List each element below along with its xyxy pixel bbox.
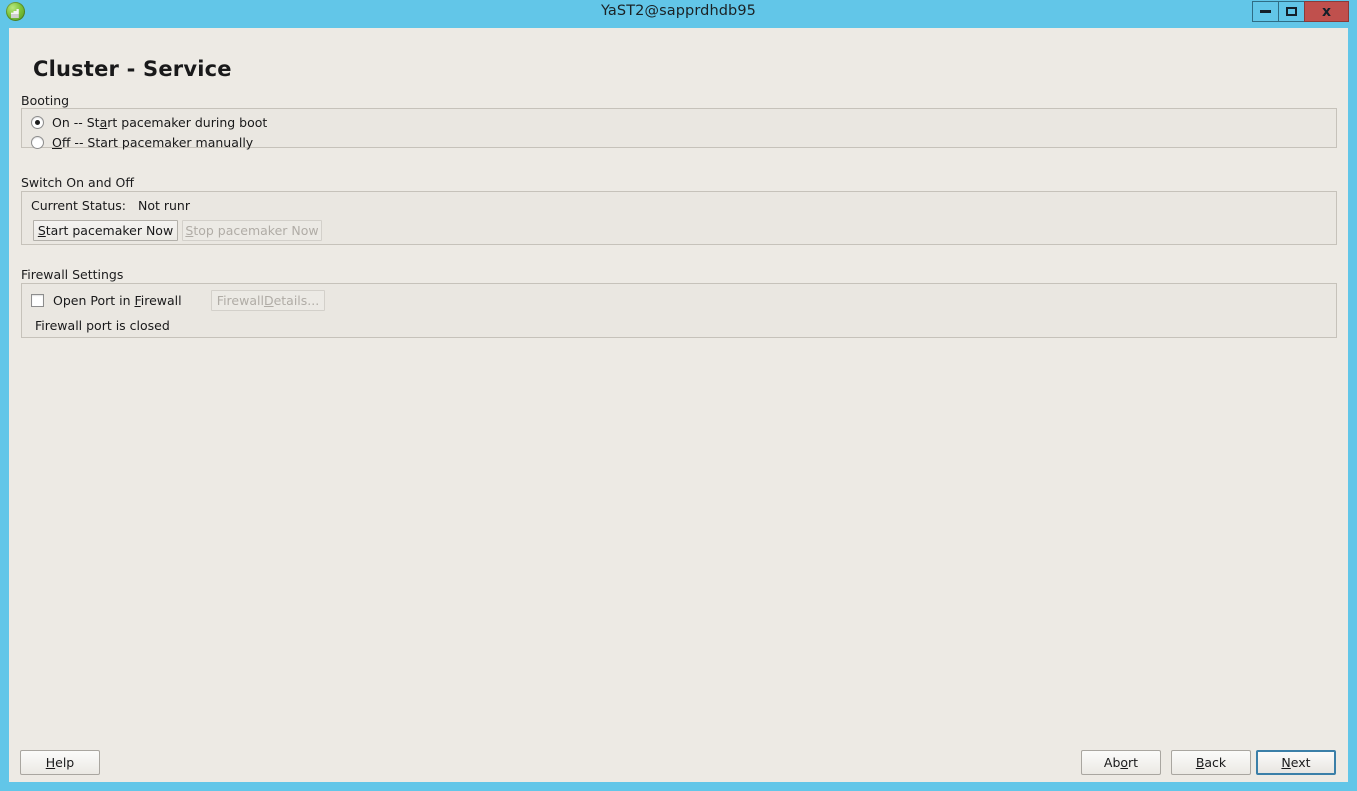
open-port-in-firewall-checkbox[interactable]: Open Port in Firewall — [31, 292, 182, 309]
current-status-value: Not runr — [137, 198, 190, 213]
minimize-icon — [1260, 10, 1271, 13]
open-port-label-post: irewall — [140, 293, 182, 308]
firewall-status-text: Firewall port is closed — [35, 318, 170, 333]
help-button[interactable]: Help — [20, 750, 100, 775]
back-post: ack — [1204, 755, 1227, 770]
next-post: ext — [1290, 755, 1311, 770]
radio-off-accel: O — [52, 135, 62, 150]
abort-accel: o — [1120, 755, 1129, 770]
dialog-client-area: Cluster - Service Booting On -- Start pa… — [9, 28, 1348, 782]
firewall-details-pre: Firewall — [216, 293, 264, 308]
radio-on-label-post: rt pacemaker during boot — [107, 115, 268, 130]
abort-pre: Ab — [1103, 755, 1121, 770]
next-button[interactable]: Next — [1256, 750, 1336, 775]
radio-on-label: On -- Start pacemaker during boot — [52, 115, 267, 130]
abort-post: rt — [1128, 755, 1139, 770]
stop-btn-post: top pacemaker Now — [193, 223, 319, 238]
radio-off-label: Off -- Start pacemaker manually — [52, 135, 253, 150]
checkbox-indicator — [31, 294, 44, 307]
maximize-icon — [1286, 7, 1297, 16]
current-status-row: Current Status: Not runr — [31, 198, 190, 213]
firewall-details-accel: D — [263, 293, 274, 308]
page-title: Cluster - Service — [33, 57, 232, 82]
open-port-label: Open Port in Firewall — [53, 293, 182, 308]
radio-off-indicator — [31, 136, 44, 149]
window-controls: x — [1252, 1, 1349, 22]
radio-on-indicator — [31, 116, 44, 129]
help-accel: H — [45, 755, 56, 770]
radio-boot-off[interactable]: Off -- Start pacemaker manually — [31, 134, 253, 151]
radio-on-label-pre: On -- St — [52, 115, 100, 130]
firewall-group-label: Firewall Settings — [21, 267, 124, 282]
back-accel: B — [1195, 755, 1205, 770]
start-btn-post: tart pacemaker Now — [45, 223, 174, 238]
yast-window: YaST2@sapprdhdb95 x Cluster - Service Bo… — [0, 0, 1357, 791]
radio-boot-on[interactable]: On -- Start pacemaker during boot — [31, 114, 267, 131]
firewall-details-post: etails... — [273, 293, 320, 308]
stop-pacemaker-button: Stop pacemaker Now — [182, 220, 322, 241]
help-post: elp — [55, 755, 75, 770]
close-button[interactable]: x — [1304, 1, 1349, 22]
start-btn-accel: S — [37, 223, 46, 238]
next-accel: N — [1281, 755, 1291, 770]
window-title: YaST2@sapprdhdb95 — [600, 3, 757, 19]
close-icon: x — [1321, 3, 1332, 20]
minimize-button[interactable] — [1252, 1, 1279, 22]
radio-off-label-post: ff -- Start pacemaker manually — [61, 135, 254, 150]
title-bar: YaST2@sapprdhdb95 x — [0, 0, 1357, 23]
start-pacemaker-button[interactable]: Start pacemaker Now — [33, 220, 178, 241]
firewall-details-button: Firewall Details... — [211, 290, 325, 311]
switch-group-label: Switch On and Off — [21, 175, 134, 190]
booting-group-label: Booting — [21, 93, 70, 108]
abort-button[interactable]: Ab o rt — [1081, 750, 1161, 775]
stop-btn-accel: S — [185, 223, 194, 238]
open-port-label-pre: Open Port in — [53, 293, 135, 308]
current-status-label: Current Status: — [31, 198, 126, 213]
back-button[interactable]: Back — [1171, 750, 1251, 775]
maximize-button[interactable] — [1278, 1, 1305, 22]
